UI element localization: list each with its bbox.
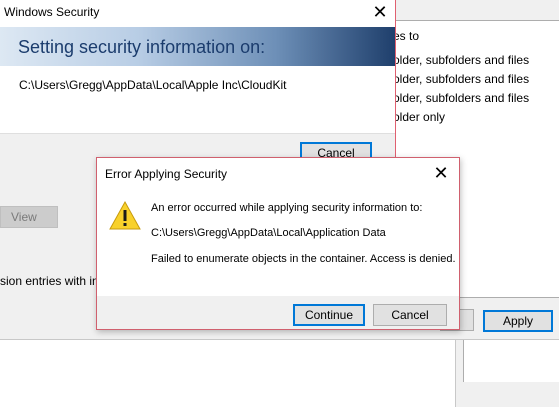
error-path: C:\Users\Gregg\AppData\Local\Application… (151, 227, 386, 239)
list-item[interactable]: es to (393, 29, 419, 47)
permission-entries-label: sion entries with in (0, 274, 99, 288)
list-item[interactable]: older, subfolders and files (393, 91, 529, 109)
error-message: An error occurred while applying securit… (151, 202, 423, 214)
close-icon[interactable]: ✕ (427, 162, 455, 184)
windows-security-title: Windows Security (4, 5, 100, 19)
security-target-path: C:\Users\Gregg\AppData\Local\Apple Inc\C… (19, 78, 287, 92)
windows-security-body: C:\Users\Gregg\AppData\Local\Apple Inc\C… (0, 66, 395, 133)
warning-icon (109, 200, 141, 230)
error-dialog-body: An error occurred while applying securit… (97, 188, 459, 296)
banner-heading: Setting security information on: (18, 37, 266, 57)
error-detail: Failed to enumerate objects in the conta… (151, 253, 456, 265)
windows-security-dialog: Windows Security ✕ Setting security info… (0, 0, 396, 176)
view-button: View (0, 206, 58, 228)
windows-security-titlebar[interactable]: Windows Security ✕ (0, 0, 395, 26)
list-item[interactable]: older, subfolders and files (393, 53, 529, 71)
cancel-button[interactable]: Cancel (373, 304, 447, 326)
apply-button[interactable]: Apply (483, 310, 553, 332)
error-dialog-title: Error Applying Security (105, 167, 228, 181)
windows-security-banner: Setting security information on: (0, 27, 395, 66)
error-applying-security-dialog: Error Applying Security ✕ An error occur… (96, 157, 460, 330)
continue-button[interactable]: Continue (293, 304, 365, 326)
background-panel-inner (463, 340, 559, 382)
close-icon[interactable]: ✕ (366, 0, 394, 26)
error-dialog-titlebar[interactable]: Error Applying Security ✕ (97, 158, 459, 188)
list-item[interactable]: older only (393, 110, 445, 128)
list-item[interactable]: older, subfolders and files (393, 72, 529, 90)
